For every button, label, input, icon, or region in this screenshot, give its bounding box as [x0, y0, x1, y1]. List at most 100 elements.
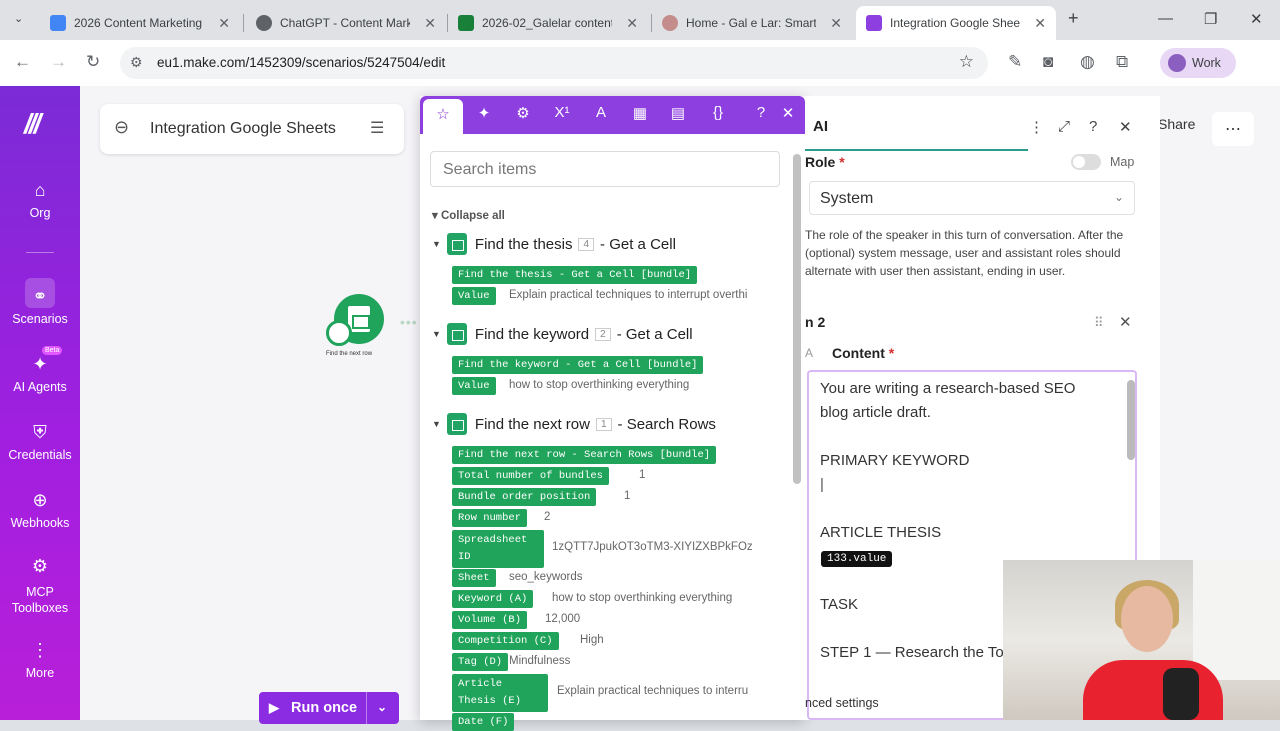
caret-down-icon[interactable]: ▼ — [432, 329, 441, 339]
sparkle-icon[interactable]: ✦ — [473, 104, 495, 122]
mapped-value-pill[interactable]: 133.value — [821, 551, 893, 567]
url-text[interactable]: eu1.make.com/1452309/scenarios/5247504/e… — [157, 55, 445, 70]
home-icon: ⌂ — [34, 180, 46, 200]
sidebar-item-credentials[interactable]: ⛨ Credentials — [0, 422, 80, 462]
field-value: 1 — [639, 469, 646, 481]
more-vertical-icon[interactable]: ⋮ — [1029, 118, 1044, 136]
minimize-icon[interactable]: — — [1158, 10, 1173, 27]
chevron-down-icon[interactable]: ⌄ — [377, 700, 387, 714]
sidebar-item-more[interactable]: ⋮ More — [0, 640, 80, 680]
expand-icon[interactable]: ⤢ — [1058, 118, 1070, 135]
profile-button[interactable]: Work — [1160, 48, 1236, 78]
tab-content-marketing[interactable]: 2026 Content Marketing ✕ — [40, 6, 240, 40]
bundle-chip[interactable]: Find the next row - Search Rows [bundle] — [452, 446, 717, 464]
bookmark-star-icon[interactable]: ☆ — [959, 52, 974, 72]
site-info-icon[interactable]: ⚙ — [130, 54, 143, 71]
presenter-shirt — [1083, 660, 1223, 720]
sidebar-item-scenarios[interactable]: ⚭ Scenarios — [0, 278, 80, 326]
drag-handle-icon[interactable]: ⠿ — [1094, 315, 1104, 331]
field-chip[interactable]: Volume (B) — [452, 611, 528, 629]
more-options-button[interactable]: ⋯ — [1212, 112, 1254, 146]
module-find-the-keyword[interactable]: ▼ Find the keyword 2 - Get a Cell — [432, 323, 693, 345]
restore-icon[interactable]: ❐ — [1204, 10, 1217, 28]
tab-integration-google-sheets[interactable]: Integration Google Sheets ✕ — [856, 6, 1056, 40]
camera-icon[interactable]: ◙ — [1043, 52, 1053, 72]
field-chip[interactable]: Total number of bundles — [452, 467, 609, 485]
search-items-input[interactable]: Search items — [430, 151, 780, 187]
sidebar-item-org[interactable]: ⌂ Org — [0, 180, 80, 220]
field-chip[interactable]: Article Thesis (E) — [452, 674, 548, 712]
text-cursor: | — [820, 476, 824, 493]
run-once-button[interactable]: ▶ Run once ⌄ — [259, 692, 399, 724]
close-icon[interactable]: ✕ — [1034, 15, 1046, 32]
caret-down-icon[interactable]: ▼ — [432, 419, 441, 429]
editor-scrollbar[interactable] — [1127, 380, 1135, 460]
field-chip[interactable]: Competition (C) — [452, 632, 559, 650]
bundle-chip[interactable]: Find the thesis - Get a Cell [bundle] — [452, 266, 698, 284]
forward-arrow-icon[interactable]: → — [50, 52, 67, 72]
back-arrow-icon[interactable]: ← — [14, 52, 31, 72]
tab-home-galelar[interactable]: Home - Gal e Lar: Smart ✕ — [652, 6, 852, 40]
pen-icon[interactable]: ✎ — [1008, 52, 1022, 72]
field-chip[interactable]: Date (F) — [452, 713, 515, 731]
back-circle-icon[interactable]: ⊖ — [114, 117, 129, 138]
star-icon[interactable]: ☆ — [423, 99, 463, 134]
advanced-settings-toggle[interactable]: nced settings — [805, 696, 879, 710]
tab-search-chevron-icon[interactable]: ⌄ — [14, 12, 23, 25]
module-find-the-next-row[interactable]: ▼ Find the next row 1 - Search Rows — [432, 413, 716, 435]
extension-icon[interactable]: ◍ — [1080, 52, 1095, 72]
reload-icon[interactable]: ↻ — [86, 52, 100, 72]
url-field[interactable]: ⚙ eu1.make.com/1452309/scenarios/5247504… — [120, 47, 988, 79]
scrollbar[interactable] — [793, 154, 801, 484]
close-icon[interactable]: ✕ — [218, 15, 230, 32]
module-find-the-thesis[interactable]: ▼ Find the thesis 4 - Get a Cell — [432, 233, 676, 255]
bundle-chip[interactable]: Find the keyword - Get a Cell [bundle] — [452, 356, 704, 374]
braces-icon[interactable]: {} — [707, 104, 729, 121]
remove-item-icon[interactable]: ✕ — [1119, 313, 1132, 331]
field-chip[interactable]: Spreadsheet ID — [452, 530, 544, 568]
tab-chatgpt[interactable]: ChatGPT - Content Marke ✕ — [246, 6, 446, 40]
field-chip[interactable]: Value — [452, 377, 496, 395]
window-close-icon[interactable]: ✕ — [1250, 10, 1263, 28]
make-logo[interactable]: /// — [24, 108, 41, 140]
field-chip[interactable]: Row number — [452, 509, 528, 527]
help-icon[interactable]: ? — [1089, 118, 1097, 135]
more-icon: ⋮ — [31, 640, 49, 660]
mapping-panel: ☆ ✦ ⚙ X¹ A ▦ ▤ {} ? ✕ Search items ▾ Col… — [420, 96, 805, 731]
close-icon[interactable]: ✕ — [830, 15, 842, 32]
sidebar: /// ⌂ Org ⚭ Scenarios ✦ Beta AI Agents ⛨… — [0, 86, 80, 720]
sliders-icon[interactable]: ☰ — [370, 118, 384, 138]
sidebar-item-mcp-toolboxes[interactable]: ⚙ MCP Toolboxes — [0, 557, 80, 616]
field-value: Mindfulness — [509, 655, 571, 667]
mapping-toolbar: ☆ ✦ ⚙ X¹ A ▦ ▤ {} ? ✕ — [420, 96, 805, 134]
sidebar-item-webhooks[interactable]: ⊕ Webhooks — [0, 490, 80, 530]
clock-icon[interactable] — [326, 320, 352, 346]
table-icon[interactable]: ▤ — [667, 104, 689, 122]
map-toggle[interactable] — [1071, 154, 1101, 170]
field-value: 1zQTT7JpukOT3oTM3-XIYIZXBPkFOz — [552, 541, 753, 553]
role-select[interactable]: System ⌄ — [809, 181, 1135, 215]
close-icon[interactable]: ✕ — [626, 15, 638, 32]
new-tab-icon[interactable]: + — [1068, 8, 1079, 29]
caret-down-icon[interactable]: ▼ — [432, 239, 441, 249]
scenario-title[interactable]: Integration Google Sheets — [150, 120, 336, 138]
tab-galelar-content[interactable]: 2026-02_Galelar content ✕ — [448, 6, 648, 40]
gear-icon[interactable]: ⚙ — [512, 104, 534, 122]
sidebar-item-ai-agents[interactable]: ✦ Beta AI Agents — [0, 346, 80, 394]
puzzle-icon[interactable]: ⧉ — [1116, 52, 1128, 72]
close-icon[interactable]: ✕ — [1119, 118, 1132, 136]
field-chip[interactable]: Tag (D) — [452, 653, 509, 671]
field-chip[interactable]: Bundle order position — [452, 488, 597, 506]
close-icon[interactable]: ✕ — [777, 104, 799, 122]
share-button[interactable]: Share — [1158, 116, 1195, 132]
text-icon[interactable]: A — [590, 104, 612, 121]
close-icon[interactable]: ✕ — [424, 15, 436, 32]
math-icon[interactable]: X¹ — [551, 104, 573, 121]
field-chip[interactable]: Sheet — [452, 569, 496, 587]
field-chip[interactable]: Keyword (A) — [452, 590, 534, 608]
calendar-icon[interactable]: ▦ — [629, 104, 651, 122]
address-bar-row: ← → ↻ ⚙ eu1.make.com/1452309/scenarios/5… — [0, 40, 1280, 86]
collapse-all-link[interactable]: ▾ Collapse all — [432, 208, 505, 222]
help-icon[interactable]: ? — [750, 104, 772, 121]
field-chip[interactable]: Value — [452, 287, 496, 305]
